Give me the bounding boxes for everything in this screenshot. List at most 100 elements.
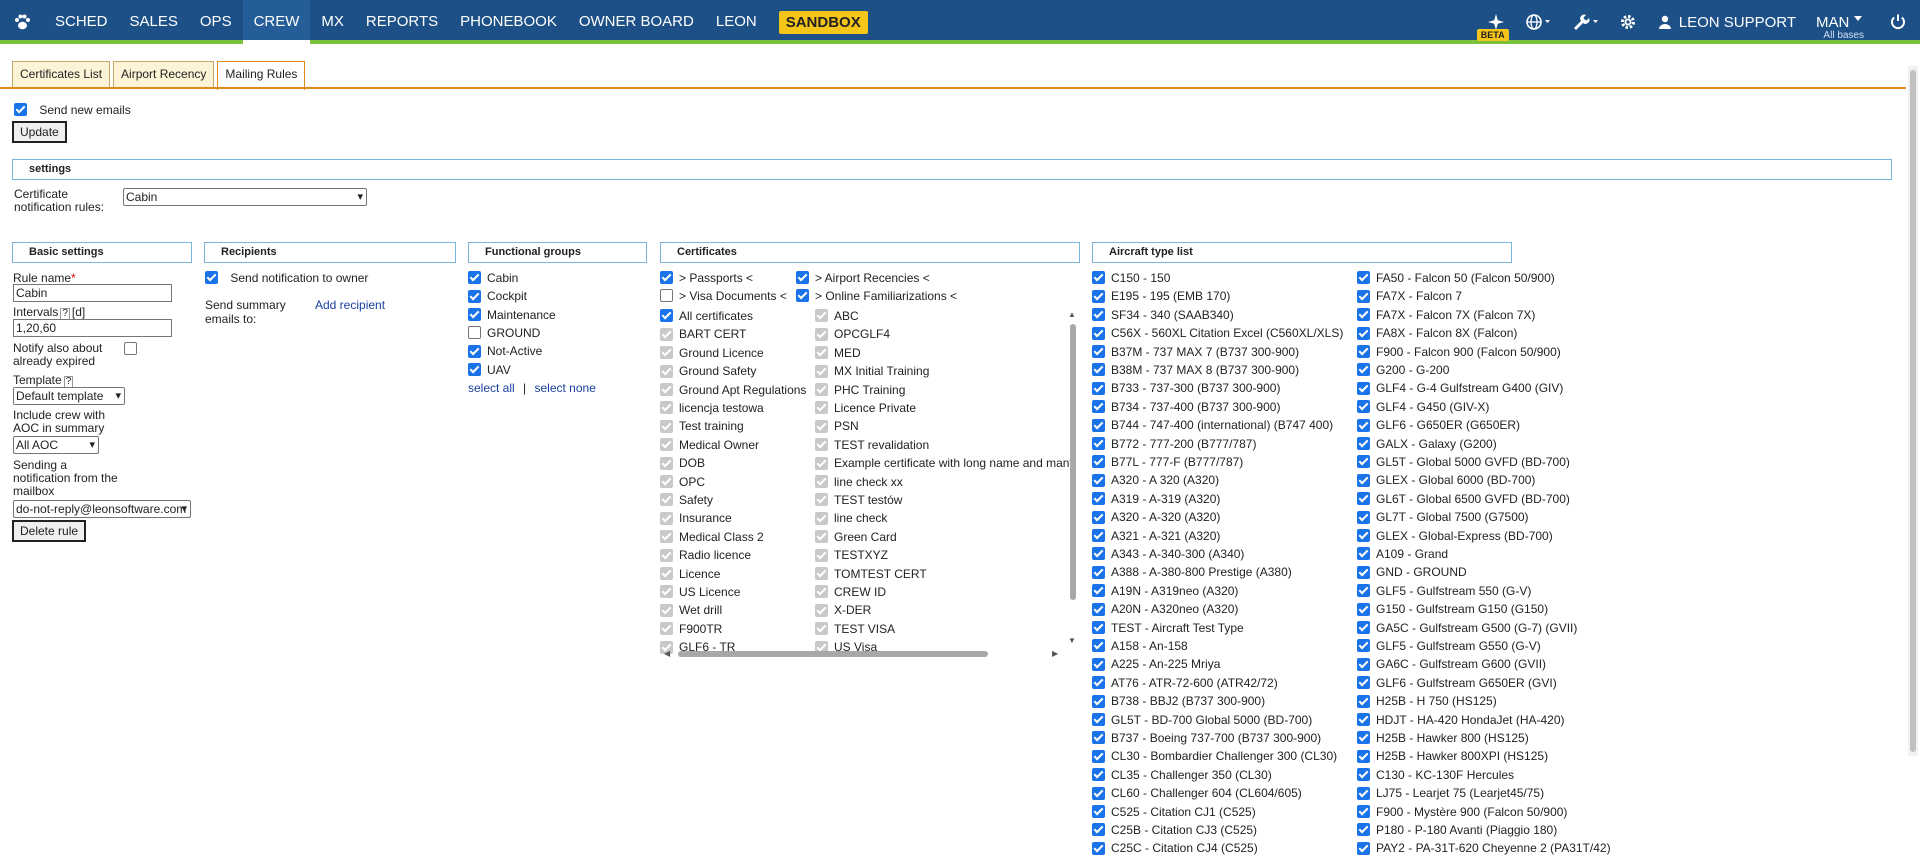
scroll-right-icon[interactable]: ▶ xyxy=(1052,649,1058,658)
certificate-group-item-checkbox[interactable] xyxy=(660,289,673,303)
aircraft-type-item-checkbox[interactable] xyxy=(1357,602,1370,616)
scroll-up-icon[interactable]: ▲ xyxy=(1068,310,1076,319)
aircraft-type-item-checkbox[interactable] xyxy=(1092,271,1105,285)
aircraft-type-item-checkbox[interactable] xyxy=(1357,326,1370,340)
aircraft-type-item-checkbox[interactable] xyxy=(1092,565,1105,579)
certificates-scroll-area[interactable]: All certificates BART CERT Ground Licence G… xyxy=(660,308,1080,660)
aircraft-type-item-checkbox[interactable] xyxy=(1357,823,1370,837)
send-owner-checkbox[interactable] xyxy=(205,271,218,285)
nav-item-mx[interactable]: MX xyxy=(310,0,355,44)
rule-name-input[interactable]: Cabin xyxy=(13,284,172,302)
certificates-vscroll-thumb[interactable] xyxy=(1070,324,1076,600)
delete-rule-button[interactable]: Delete rule xyxy=(12,520,87,542)
certificates-vscrollbar[interactable]: ▲ ▼ xyxy=(1068,308,1078,648)
aircraft-type-item-checkbox[interactable] xyxy=(1357,694,1370,708)
notify-expired-checkbox[interactable] xyxy=(124,342,137,355)
functional-group-item-checkbox[interactable] xyxy=(468,271,481,285)
aircraft-type-item-checkbox[interactable] xyxy=(1092,344,1105,358)
aircraft-type-item-checkbox[interactable] xyxy=(1357,344,1370,358)
aircraft-type-item-checkbox[interactable] xyxy=(1357,418,1370,432)
certificates-hscrollbar[interactable]: ◀ ▶ xyxy=(660,648,1068,660)
scroll-left-icon[interactable]: ◀ xyxy=(664,649,670,658)
aircraft-type-item-checkbox[interactable] xyxy=(1092,657,1105,671)
power-icon[interactable] xyxy=(1876,0,1920,44)
aircraft-type-item-checkbox[interactable] xyxy=(1357,455,1370,469)
aircraft-type-item-checkbox[interactable] xyxy=(1357,436,1370,450)
aircraft-type-item-checkbox[interactable] xyxy=(1357,639,1370,653)
aircraft-type-item-checkbox[interactable] xyxy=(1357,271,1370,285)
aircraft-type-item-checkbox[interactable] xyxy=(1092,584,1105,598)
aircraft-type-item-checkbox[interactable] xyxy=(1092,731,1105,745)
page-vscrollbar[interactable] xyxy=(1908,66,1918,756)
aircraft-type-item-checkbox[interactable] xyxy=(1357,547,1370,561)
wrench-menu-icon[interactable] xyxy=(1561,0,1609,44)
aircraft-type-item-checkbox[interactable] xyxy=(1092,804,1105,818)
aircraft-type-item-checkbox[interactable] xyxy=(1092,528,1105,542)
functional-group-item-checkbox[interactable] xyxy=(468,344,481,358)
aoc-select[interactable]: All AOC xyxy=(13,436,99,454)
tab-mailing-rules[interactable]: Mailing Rules xyxy=(217,61,306,90)
nav-item-owner-board[interactable]: OWNER BOARD xyxy=(568,0,705,44)
aircraft-type-item-checkbox[interactable] xyxy=(1092,381,1105,395)
user-menu[interactable]: LEON SUPPORT xyxy=(1647,0,1806,44)
aircraft-type-item-checkbox[interactable] xyxy=(1092,326,1105,340)
intervals-input[interactable]: 1,20,60 xyxy=(13,319,172,337)
cert-rules-select[interactable]: Cabin xyxy=(123,188,367,206)
aircraft-type-item-checkbox[interactable] xyxy=(1357,712,1370,726)
nav-item-sales[interactable]: SALES xyxy=(119,0,189,44)
aircraft-type-item-checkbox[interactable] xyxy=(1092,308,1105,322)
base-selector[interactable]: MAN All bases xyxy=(1806,0,1876,44)
aircraft-type-item-checkbox[interactable] xyxy=(1357,381,1370,395)
functional-group-item-checkbox[interactable] xyxy=(468,289,481,303)
aircraft-type-item-checkbox[interactable] xyxy=(1357,492,1370,506)
nav-item-sched[interactable]: SCHED xyxy=(44,0,119,44)
aircraft-type-item-checkbox[interactable] xyxy=(1092,400,1105,414)
aircraft-type-item-checkbox[interactable] xyxy=(1357,363,1370,377)
template-select[interactable]: Default template xyxy=(13,387,125,405)
aircraft-type-item-checkbox[interactable] xyxy=(1092,473,1105,487)
aircraft-type-item-checkbox[interactable] xyxy=(1092,547,1105,561)
aircraft-type-item-checkbox[interactable] xyxy=(1092,620,1105,634)
aircraft-type-item-checkbox[interactable] xyxy=(1092,786,1105,800)
send-new-emails-checkbox[interactable] xyxy=(14,103,27,117)
aircraft-type-item-checkbox[interactable] xyxy=(1357,804,1370,818)
aircraft-type-item-checkbox[interactable] xyxy=(1092,676,1105,690)
functional-group-item-checkbox[interactable] xyxy=(468,326,481,340)
aircraft-type-item-checkbox[interactable] xyxy=(1092,363,1105,377)
nav-item-sandbox[interactable]: SANDBOX xyxy=(768,0,879,44)
aircraft-type-item-checkbox[interactable] xyxy=(1357,289,1370,303)
aircraft-type-item-checkbox[interactable] xyxy=(1092,749,1105,763)
aircraft-type-item-checkbox[interactable] xyxy=(1092,455,1105,469)
aircraft-type-item-checkbox[interactable] xyxy=(1092,436,1105,450)
nav-item-crew[interactable]: CREW xyxy=(242,0,311,44)
tab-airport-recency[interactable]: Airport Recency xyxy=(113,61,215,88)
aircraft-type-item-checkbox[interactable] xyxy=(1092,694,1105,708)
certificate-group-item-checkbox[interactable] xyxy=(796,271,809,285)
page-vscroll-thumb[interactable] xyxy=(1910,70,1916,752)
certificates-hscroll-thumb[interactable] xyxy=(678,651,988,657)
aircraft-type-item-checkbox[interactable] xyxy=(1092,639,1105,653)
aircraft-type-item-checkbox[interactable] xyxy=(1092,492,1105,506)
aircraft-type-item-checkbox[interactable] xyxy=(1357,584,1370,598)
aircraft-type-item-checkbox[interactable] xyxy=(1357,676,1370,690)
aircraft-type-item-checkbox[interactable] xyxy=(1357,768,1370,782)
nav-item-leon[interactable]: LEON xyxy=(705,0,768,44)
aircraft-type-item-checkbox[interactable] xyxy=(1092,712,1105,726)
aircraft-type-item-checkbox[interactable] xyxy=(1092,602,1105,616)
aircraft-type-item-checkbox[interactable] xyxy=(1357,400,1370,414)
globe-menu-icon[interactable] xyxy=(1515,0,1561,44)
aircraft-type-item-checkbox[interactable] xyxy=(1357,565,1370,579)
aircraft-type-item-checkbox[interactable] xyxy=(1092,510,1105,524)
aircraft-type-item-checkbox[interactable] xyxy=(1092,418,1105,432)
aircraft-type-item-checkbox[interactable] xyxy=(1357,620,1370,634)
aircraft-type-item-checkbox[interactable] xyxy=(1357,841,1370,855)
ai-sparkle-icon[interactable]: BETA xyxy=(1476,0,1515,44)
aircraft-type-item-checkbox[interactable] xyxy=(1357,510,1370,524)
aircraft-type-item-checkbox[interactable] xyxy=(1357,731,1370,745)
aircraft-type-item-checkbox[interactable] xyxy=(1357,308,1370,322)
tab-certificates-list[interactable]: Certificates List xyxy=(12,61,111,88)
all-certificates-checkbox[interactable] xyxy=(660,309,673,323)
certificate-group-item-checkbox[interactable] xyxy=(660,271,673,285)
aircraft-type-item-checkbox[interactable] xyxy=(1357,749,1370,763)
scroll-down-icon[interactable]: ▼ xyxy=(1068,636,1076,645)
